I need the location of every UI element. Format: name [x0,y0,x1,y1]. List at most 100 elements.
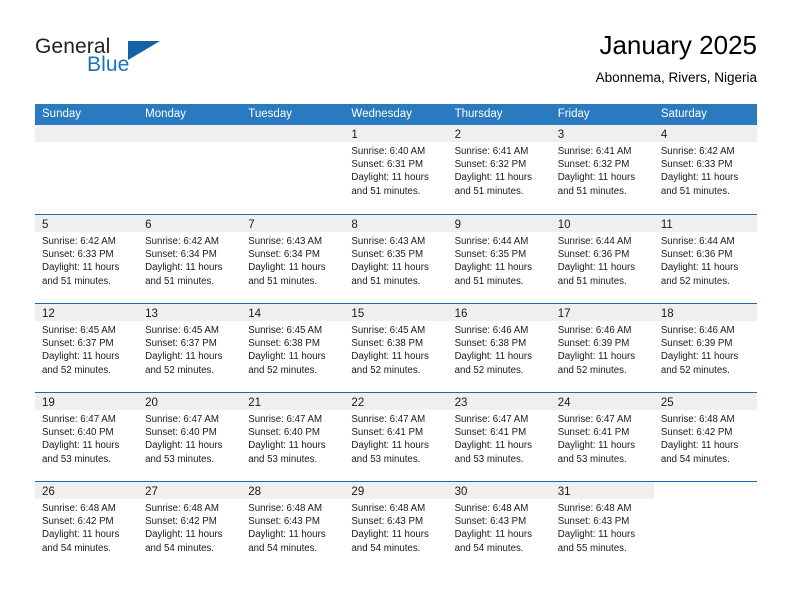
sunset-text: Sunset: 6:39 PM [660,338,733,350]
general-blue-logo[interactable]: General Blue [35,36,265,91]
daylight-text-line2: and 54 minutes. [42,542,111,554]
day-details: Sunrise: 6:47 AM Sunset: 6:41 PM Daylight:… [551,410,654,466]
sunset-text: Sunset: 6:42 PM [660,427,733,439]
day-number-band: 1 [344,125,448,142]
sunset-text: Sunset: 6:31 PM [351,159,424,171]
day-number: 22 [351,397,365,409]
calendar-day-cell[interactable]: 10 Sunrise: 6:44 AM Sunset: 6:36 PM Dayligh… [550,215,654,303]
calendar-day-cell[interactable]: 16 Sunrise: 6:46 AM Sunset: 6:38 PM Dayligh… [447,304,551,392]
daylight-text-line2: and 51 minutes. [454,185,524,197]
day-number-band: 12 [35,304,139,321]
daylight-text-line2: and 53 minutes. [248,453,318,465]
calendar-day-cell[interactable]: 17 Sunrise: 6:46 AM Sunset: 6:39 PM Dayligh… [550,304,654,392]
daylight-text-line1: Daylight: 11 hours [660,262,739,274]
daylight-text-line1: Daylight: 11 hours [42,351,120,363]
sunrise-text: Sunrise: 6:42 AM [145,236,219,247]
daylight-text-line1: Daylight: 11 hours [248,262,326,274]
day-number: 2 [454,129,461,141]
calendar-day-cell[interactable]: 8 Sunrise: 6:43 AM Sunset: 6:35 PM Daylight… [344,215,448,303]
weekday-header-sunday: Sunday [42,108,82,120]
calendar-day-cell[interactable]: 22 Sunrise: 6:47 AM Sunset: 6:41 PM Dayligh… [344,393,448,481]
sunrise-text: Sunrise: 6:46 AM [454,325,529,336]
day-number-band: 10 [550,215,654,232]
sunset-text: Sunset: 6:35 PM [351,249,424,261]
daylight-text-line1: Daylight: 11 hours [660,351,739,363]
calendar-day-cell[interactable]: 28 Sunrise: 6:48 AM Sunset: 6:43 PM Dayligh… [241,482,345,570]
calendar-day-cell[interactable]: 21 Sunrise: 6:47 AM Sunset: 6:40 PM Dayligh… [241,393,345,481]
day-number-band: 18 [653,304,757,321]
day-details: Sunrise: 6:40 AM Sunset: 6:31 PM Daylight:… [344,142,447,198]
daylight-text-line2: and 52 minutes. [42,364,111,376]
sunset-text: Sunset: 6:33 PM [42,249,114,261]
logo-text-blue: Blue [87,53,130,76]
daylight-text-line2: and 52 minutes. [248,364,318,376]
daylight-text-line1: Daylight: 11 hours [351,172,429,184]
calendar-day-cell[interactable]: 3 Sunrise: 6:41 AM Sunset: 6:32 PM Daylight… [550,125,654,214]
daylight-text-line1: Daylight: 11 hours [248,351,326,363]
calendar-week-row: 12 Sunrise: 6:45 AM Sunset: 6:37 PM Dayligh… [35,303,757,392]
day-number-band [35,125,139,142]
day-number: 9 [454,219,461,231]
sunrise-text: Sunrise: 6:47 AM [454,414,529,425]
calendar-week-row: 1 Sunrise: 6:40 AM Sunset: 6:31 PM Daylight… [35,125,757,214]
day-number: 10 [557,219,571,231]
weekday-header-wednesday: Wednesday [351,108,412,120]
calendar-day-cell[interactable]: 2 Sunrise: 6:41 AM Sunset: 6:32 PM Daylight… [447,125,551,214]
calendar-day-cell[interactable]: 31 Sunrise: 6:48 AM Sunset: 6:43 PM Dayligh… [550,482,654,570]
day-number: 13 [145,308,158,320]
sunset-text: Sunset: 6:43 PM [557,516,630,528]
calendar-grid: Sunday Monday Tuesday Wednesday Thursday Frid… [35,104,757,570]
calendar-week-row: 19 Sunrise: 6:47 AM Sunset: 6:40 PM Dayligh… [35,392,757,481]
day-details: Sunrise: 6:43 AM Sunset: 6:34 PM Daylight:… [241,232,344,288]
calendar-day-cell[interactable]: 5 Sunrise: 6:42 AM Sunset: 6:33 PM Daylight… [35,215,139,303]
day-number-band: 24 [550,393,654,410]
sunset-text: Sunset: 6:38 PM [248,338,320,350]
calendar-day-cell[interactable]: 26 Sunrise: 6:48 AM Sunset: 6:42 PM Dayligh… [35,482,139,570]
sunset-text: Sunset: 6:41 PM [351,427,424,439]
calendar-day-cell[interactable]: 11 Sunrise: 6:44 AM Sunset: 6:36 PM Dayligh… [653,215,757,303]
calendar-day-cell[interactable]: 4 Sunrise: 6:42 AM Sunset: 6:33 PM Daylight… [653,125,757,214]
sunrise-text: Sunrise: 6:47 AM [557,414,632,425]
calendar-day-cell[interactable]: 7 Sunrise: 6:43 AM Sunset: 6:34 PM Daylight… [241,215,345,303]
calendar-day-cell[interactable]: 20 Sunrise: 6:47 AM Sunset: 6:40 PM Dayligh… [138,393,242,481]
day-number-band: 30 [447,482,551,499]
calendar-day-cell[interactable]: 15 Sunrise: 6:45 AM Sunset: 6:38 PM Dayligh… [344,304,448,392]
calendar-day-cell[interactable]: 27 Sunrise: 6:48 AM Sunset: 6:42 PM Dayligh… [138,482,242,570]
weekday-header-tuesday: Tuesday [248,108,292,120]
daylight-text-line1: Daylight: 11 hours [557,440,636,452]
daylight-text-line2: and 52 minutes. [660,364,730,376]
calendar-day-cell[interactable]: 19 Sunrise: 6:47 AM Sunset: 6:40 PM Dayligh… [35,393,139,481]
calendar-day-cell[interactable]: 24 Sunrise: 6:47 AM Sunset: 6:41 PM Dayligh… [550,393,654,481]
calendar-day-cell[interactable]: 25 Sunrise: 6:48 AM Sunset: 6:42 PM Dayligh… [653,393,757,481]
calendar-day-cell[interactable]: 6 Sunrise: 6:42 AM Sunset: 6:34 PM Daylight… [138,215,242,303]
day-details: Sunrise: 6:45 AM Sunset: 6:38 PM Daylight:… [241,321,344,377]
daylight-text-line2: and 52 minutes. [351,364,421,376]
sunrise-text: Sunrise: 6:45 AM [351,325,426,336]
day-number: 11 [660,219,673,231]
daylight-text-line2: and 52 minutes. [454,364,524,376]
sunrise-text: Sunrise: 6:48 AM [248,503,323,514]
daylight-text-line1: Daylight: 11 hours [454,529,532,541]
calendar-day-cell[interactable]: 30 Sunrise: 6:48 AM Sunset: 6:43 PM Dayligh… [447,482,551,570]
calendar-day-cell[interactable]: 12 Sunrise: 6:45 AM Sunset: 6:37 PM Dayligh… [35,304,139,392]
day-number: 24 [557,397,571,409]
sunset-text: Sunset: 6:33 PM [660,159,733,171]
daylight-text-line1: Daylight: 11 hours [351,440,429,452]
calendar-day-cell[interactable]: 18 Sunrise: 6:46 AM Sunset: 6:39 PM Dayligh… [653,304,757,392]
calendar-day-cell[interactable]: 13 Sunrise: 6:45 AM Sunset: 6:37 PM Dayligh… [138,304,242,392]
calendar-day-cell[interactable]: 23 Sunrise: 6:47 AM Sunset: 6:41 PM Dayligh… [447,393,551,481]
day-number-band: 19 [35,393,139,410]
daylight-text-line1: Daylight: 11 hours [454,262,532,274]
day-details: Sunrise: 6:42 AM Sunset: 6:33 PM Daylight:… [35,232,138,288]
daylight-text-line1: Daylight: 11 hours [454,172,532,184]
calendar-day-cell[interactable]: 14 Sunrise: 6:45 AM Sunset: 6:38 PM Dayligh… [241,304,345,392]
calendar-day-cell[interactable]: 29 Sunrise: 6:48 AM Sunset: 6:43 PM Dayligh… [344,482,448,570]
day-number-band: 2 [447,125,551,142]
calendar-day-cell[interactable]: 9 Sunrise: 6:44 AM Sunset: 6:35 PM Daylight… [447,215,551,303]
daylight-text-line1: Daylight: 11 hours [557,262,636,274]
sunset-text: Sunset: 6:43 PM [248,516,320,528]
calendar-day-cell[interactable]: 1 Sunrise: 6:40 AM Sunset: 6:31 PM Daylight… [344,125,448,214]
calendar-week-row: 5 Sunrise: 6:42 AM Sunset: 6:33 PM Daylight… [35,214,757,303]
sunrise-text: Sunrise: 6:43 AM [351,236,426,247]
day-details: Sunrise: 6:47 AM Sunset: 6:41 PM Daylight:… [448,410,551,466]
